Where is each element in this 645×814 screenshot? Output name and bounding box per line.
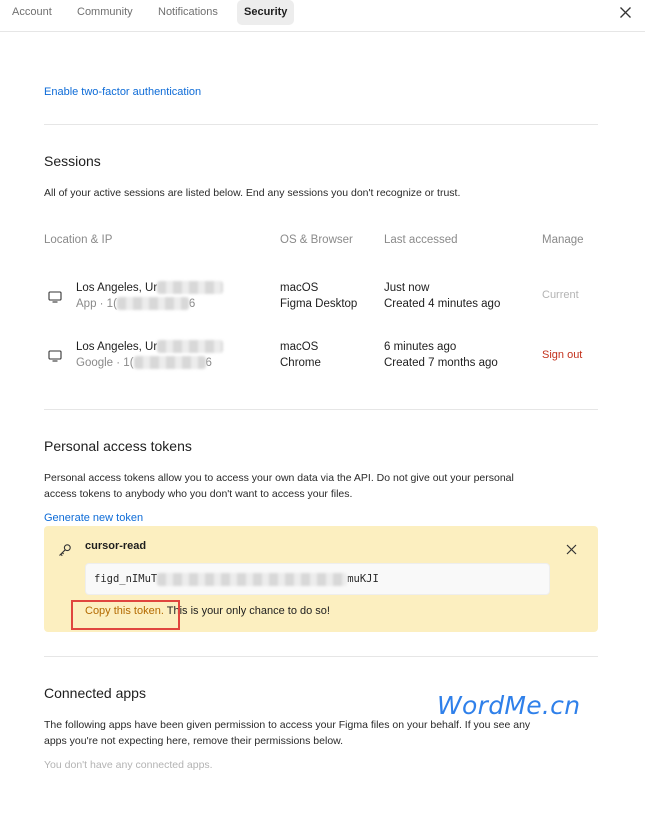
session-ip: Google · 1( 6 <box>76 355 212 371</box>
session-location: Los Angeles, Ur <box>76 280 224 296</box>
session-os: macOS <box>280 282 319 294</box>
column-header-os: OS & Browser <box>280 234 353 246</box>
session-location: Los Angeles, Ur <box>76 339 224 355</box>
session-ip-text: Google · 1( <box>76 357 134 369</box>
tokens-description-line2: access tokens to anybody who you don't w… <box>44 488 353 500</box>
generate-token-link[interactable]: Generate new token <box>44 512 143 524</box>
token-name: cursor-read <box>85 540 147 552</box>
column-header-location: Location & IP <box>44 234 113 246</box>
session-browser: Chrome <box>280 357 321 369</box>
session-created: Created 4 minutes ago <box>384 298 501 310</box>
connected-apps-description-line2: apps you're not expecting here, remove t… <box>44 735 344 747</box>
column-header-last-accessed: Last accessed <box>384 234 458 246</box>
token-value-start: figd_nIMuT <box>94 573 158 585</box>
monitor-icon <box>48 350 62 362</box>
redacted-blur <box>116 297 189 311</box>
sessions-title: Sessions <box>44 153 101 169</box>
monitor-icon <box>48 291 62 303</box>
session-browser: Figma Desktop <box>280 298 358 310</box>
sessions-description: All of your active sessions are listed b… <box>44 187 461 199</box>
session-created: Created 7 months ago <box>384 357 498 369</box>
session-ip-tail: 6 <box>188 298 196 310</box>
enable-2fa-link[interactable]: Enable two-factor authentication <box>44 86 201 98</box>
connected-apps-title: Connected apps <box>44 685 146 701</box>
redacted-blur <box>157 572 348 586</box>
tab-security[interactable]: Security <box>237 0 295 25</box>
session-location-text: Los Angeles, Ur <box>76 282 158 294</box>
tab-community[interactable]: Community <box>70 0 140 25</box>
close-icon[interactable] <box>566 544 577 555</box>
token-notice-text: This is your only chance to do so! <box>163 605 330 617</box>
session-ip-text: App · 1( <box>76 298 117 310</box>
divider <box>44 409 598 410</box>
close-icon[interactable] <box>619 6 632 19</box>
redacted-blur <box>157 281 224 295</box>
tab-bar: Account Community Notifications Security <box>0 0 645 32</box>
session-ip-tail: 6 <box>205 357 212 369</box>
highlight-annotation <box>71 600 180 630</box>
column-header-manage: Manage <box>542 234 584 246</box>
session-os: macOS <box>280 341 319 353</box>
key-icon <box>59 544 71 557</box>
token-value-field[interactable]: figd_nIMuT muKJI <box>85 563 550 595</box>
session-last-accessed: Just now <box>384 282 430 294</box>
tokens-description-line1: Personal access tokens allow you to acce… <box>44 472 514 484</box>
watermark: WordMe.cn <box>437 691 581 720</box>
tab-notifications[interactable]: Notifications <box>151 0 225 25</box>
session-current-label: Current <box>542 289 579 301</box>
tokens-title: Personal access tokens <box>44 438 192 454</box>
session-ip: App · 1( 6 <box>76 296 195 312</box>
divider <box>44 124 598 125</box>
tab-account[interactable]: Account <box>5 0 59 25</box>
redacted-blur <box>157 340 224 354</box>
session-last-accessed: 6 minutes ago <box>384 341 457 353</box>
connected-apps-empty: You don't have any connected apps. <box>44 759 213 771</box>
sign-out-button[interactable]: Sign out <box>542 349 582 361</box>
token-value-end: muKJI <box>347 573 379 585</box>
redacted-blur <box>133 356 206 370</box>
session-location-text: Los Angeles, Ur <box>76 341 158 353</box>
divider <box>44 656 598 657</box>
